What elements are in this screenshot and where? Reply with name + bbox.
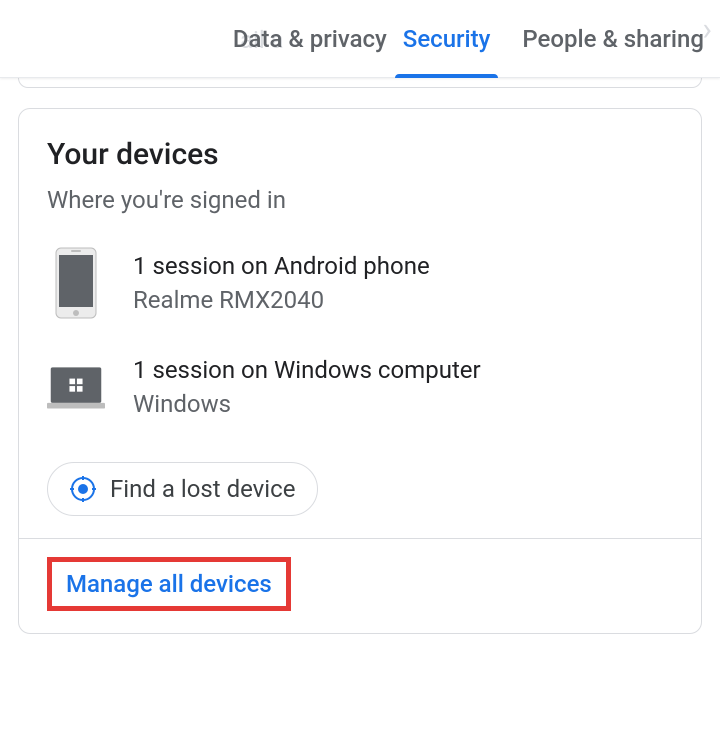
previous-card-edge	[18, 78, 702, 88]
card-title: Your devices	[47, 137, 673, 172]
device-sub: Realme RMX2040	[133, 286, 673, 314]
your-devices-card: Your devices Where you're signed in 1 se…	[18, 108, 702, 634]
find-lost-device-chip[interactable]: Find a lost device	[47, 462, 318, 516]
card-body: Your devices Where you're signed in 1 se…	[19, 109, 701, 538]
tab-people-sharing[interactable]: People & sharing	[506, 0, 720, 77]
device-sub: Windows	[133, 390, 673, 418]
laptop-icon	[47, 350, 105, 424]
tab-data-privacy[interactable]: Data & privacy	[193, 0, 387, 77]
device-title: 1 session on Windows computer	[133, 356, 673, 384]
device-title: 1 session on Android phone	[133, 252, 673, 280]
device-text: 1 session on Android phone Realme RMX204…	[133, 252, 673, 314]
chip-label: Find a lost device	[110, 475, 295, 503]
link-text: Manage all devices	[66, 570, 272, 598]
highlight-annotation: Manage all devices	[47, 557, 291, 611]
chevron-right-icon: ›	[702, 10, 712, 48]
card-footer: Manage all devices	[19, 538, 701, 633]
manage-all-devices-link[interactable]: Manage all devices	[58, 564, 280, 604]
target-icon	[70, 476, 96, 502]
tab-bar: ail a › Data & privacy Security People &…	[0, 0, 720, 78]
page-content: Your devices Where you're signed in 1 se…	[0, 78, 720, 634]
device-row-android[interactable]: 1 session on Android phone Realme RMX204…	[47, 246, 673, 320]
card-subtitle: Where you're signed in	[47, 186, 673, 214]
device-row-windows[interactable]: 1 session on Windows computer Windows	[47, 350, 673, 424]
device-text: 1 session on Windows computer Windows	[133, 356, 673, 418]
phone-icon	[47, 246, 105, 320]
tab-security[interactable]: Security	[387, 0, 507, 77]
